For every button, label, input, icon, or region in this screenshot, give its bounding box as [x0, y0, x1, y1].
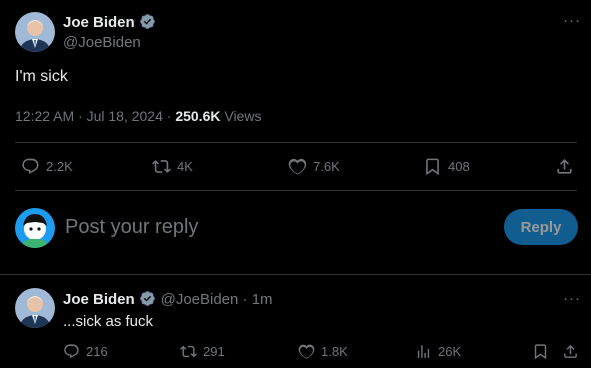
- bookmark-action[interactable]: [532, 343, 549, 360]
- reply-action[interactable]: 216: [63, 343, 108, 360]
- share-action[interactable]: [562, 343, 579, 360]
- reply-author-handle[interactable]: @JoeBiden: [161, 291, 239, 308]
- reply-count: 216: [86, 344, 108, 359]
- retweet-count: 4K: [177, 159, 193, 174]
- like-icon: [298, 344, 315, 359]
- like-action[interactable]: 1.8K: [298, 343, 348, 360]
- reply-text: ...sick as fuck: [63, 313, 154, 330]
- author-handle[interactable]: @JoeBiden: [63, 34, 141, 51]
- tweet-text: I'm sick: [15, 68, 68, 85]
- like-count: 7.6K: [313, 159, 340, 174]
- retweet-count: 291: [203, 344, 225, 359]
- views-icon: [417, 345, 430, 358]
- reply-author-avatar[interactable]: [15, 288, 55, 328]
- reply-count: 2.2K: [46, 159, 73, 174]
- user-avatar[interactable]: [15, 208, 55, 248]
- bookmark-icon: [534, 344, 547, 360]
- retweet-icon: [180, 345, 197, 358]
- reply-button[interactable]: Reply: [504, 209, 578, 245]
- bookmark-count: 408: [448, 159, 470, 174]
- tweet-meta: 12:22 AM · Jul 18, 2024 · 250.6K Views: [15, 108, 261, 124]
- views-count: 250.6K: [175, 108, 221, 124]
- share-icon: [557, 159, 572, 174]
- tweet-timestamp[interactable]: 12:22 AM · Jul 18, 2024 ·: [15, 108, 175, 124]
- views-label: Views: [220, 108, 262, 124]
- like-count: 1.8K: [321, 344, 348, 359]
- divider: [15, 190, 577, 191]
- bookmark-icon: [426, 158, 439, 176]
- reply-timestamp[interactable]: · 1m: [238, 291, 273, 308]
- views-count: 26K: [438, 344, 462, 359]
- reply-input[interactable]: Post your reply: [65, 216, 198, 239]
- reply-icon: [22, 158, 39, 174]
- views-action[interactable]: 26K: [415, 343, 461, 360]
- verified-badge-icon: [140, 291, 155, 306]
- author-avatar[interactable]: [15, 12, 55, 52]
- retweet-action[interactable]: 291: [180, 343, 225, 360]
- divider: [15, 142, 577, 143]
- bookmark-action[interactable]: 408: [423, 157, 470, 176]
- more-icon[interactable]: ···: [563, 12, 581, 29]
- verified-badge-icon: [140, 14, 155, 29]
- reply-author-name[interactable]: Joe Biden: [63, 291, 135, 308]
- retweet-icon: [152, 160, 171, 173]
- retweet-action[interactable]: 4K: [152, 157, 193, 176]
- share-icon: [564, 344, 577, 358]
- author-name[interactable]: Joe Biden: [63, 14, 135, 31]
- like-icon: [288, 158, 307, 175]
- more-icon[interactable]: ···: [563, 290, 581, 307]
- divider: [0, 274, 591, 275]
- share-action[interactable]: [555, 157, 574, 176]
- like-action[interactable]: 7.6K: [288, 157, 340, 176]
- reply-action[interactable]: 2.2K: [21, 157, 73, 176]
- reply-icon: [64, 344, 79, 359]
